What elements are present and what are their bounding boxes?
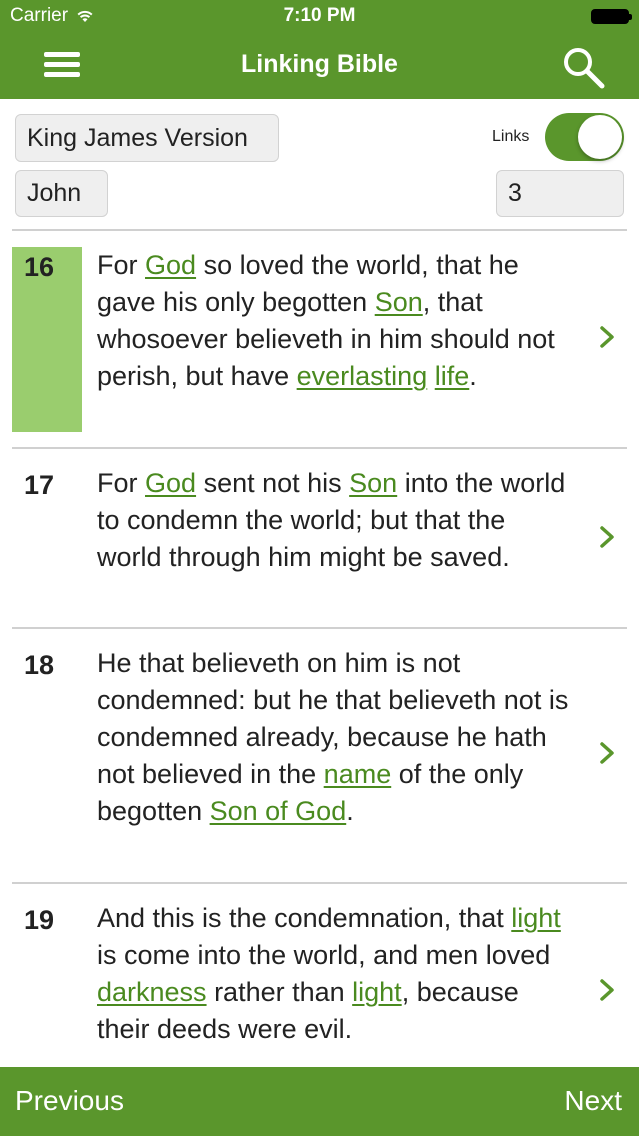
book-select[interactable]: John — [15, 170, 108, 217]
verse-word-link[interactable]: light — [352, 977, 402, 1007]
verse-text: For God sent not his Son into the world … — [97, 465, 577, 576]
verse-list: 16 For God so loved the world, that he g… — [0, 231, 639, 1067]
verse-text-segment: For — [97, 250, 146, 280]
verse-row[interactable]: 17 For God sent not his Son into the wor… — [0, 449, 639, 627]
toggle-knob — [578, 115, 622, 159]
verse-text: He that believeth on him is not condemne… — [97, 645, 577, 830]
chapter-field[interactable]: 3 — [496, 170, 624, 217]
verse-word-link[interactable]: darkness — [97, 977, 207, 1007]
verse-text-segment: rather than — [206, 977, 353, 1007]
previous-button[interactable]: Previous — [15, 1085, 124, 1117]
clock: 7:10 PM — [283, 5, 356, 26]
version-select[interactable]: King James Version — [15, 114, 279, 162]
verse-word-link[interactable]: Son — [349, 468, 397, 498]
verse-word-link[interactable]: light — [511, 903, 561, 933]
links-label: Links — [492, 128, 530, 145]
chevron-right-icon — [600, 526, 614, 548]
verse-text: For God so loved the world, that he gave… — [97, 247, 577, 395]
verse-number: 17 — [24, 470, 55, 500]
verse-text-segment: . — [346, 796, 354, 826]
verse-text-segment — [427, 361, 435, 391]
verse-text-segment: is come into the world, and men loved — [97, 940, 551, 970]
verse-number: 16 — [24, 252, 55, 282]
verse-text-segment: . — [469, 361, 477, 391]
verse-row[interactable]: 18 He that believeth on him is not conde… — [0, 629, 639, 882]
nav-bar: Linking Bible — [0, 32, 639, 99]
footer-toolbar: Previous Next — [0, 1067, 639, 1136]
verse-word-link[interactable]: God — [145, 250, 196, 280]
chevron-right-icon — [600, 742, 614, 764]
chevron-right-icon — [600, 326, 614, 348]
verse-row[interactable]: 16 For God so loved the world, that he g… — [0, 231, 639, 448]
header: Carrier 7:10 PM Linking Bible — [0, 0, 639, 99]
next-button[interactable]: Next — [564, 1085, 622, 1117]
verse-word-link[interactable]: God — [145, 468, 196, 498]
chevron-right-icon — [600, 979, 614, 1001]
verse-text-segment: And this is the condemnation, that — [97, 903, 512, 933]
verse-word-link[interactable]: Son — [375, 287, 423, 317]
status-bar: Carrier 7:10 PM — [0, 0, 639, 32]
verse-row[interactable]: 19 And this is the condemnation, that li… — [0, 884, 639, 1067]
verse-word-link[interactable]: life — [435, 361, 470, 391]
verse-number: 19 — [24, 905, 55, 935]
verse-text-segment: sent not his — [196, 468, 350, 498]
verse-word-link[interactable]: Son of God — [210, 796, 347, 826]
battery-icon — [591, 9, 632, 24]
verse-text: And this is the condemnation, that light… — [97, 900, 577, 1048]
search-icon[interactable] — [560, 44, 606, 90]
verse-word-link[interactable]: name — [324, 759, 392, 789]
verse-number: 18 — [24, 650, 55, 680]
verse-text-segment: For — [97, 468, 146, 498]
page-title: Linking Bible — [241, 50, 398, 78]
links-toggle[interactable] — [545, 113, 624, 161]
controls-panel: King James Version Links John 3 — [0, 99, 639, 231]
verse-word-link[interactable]: everlasting — [297, 361, 428, 391]
